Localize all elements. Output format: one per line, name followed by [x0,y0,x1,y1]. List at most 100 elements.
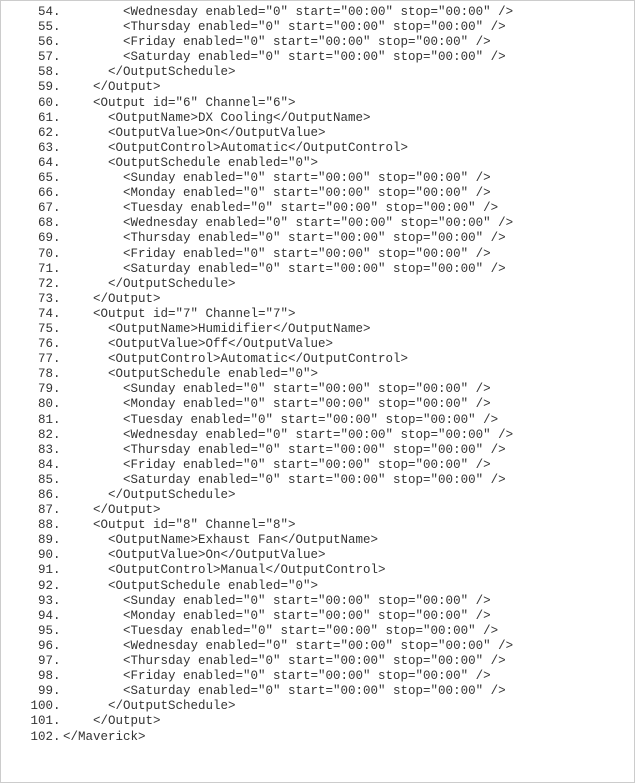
line-number: 61 [9,111,53,126]
line-number: 87 [9,503,53,518]
line-number: 56 [9,35,53,50]
line-number-dot: . [53,533,63,548]
line-number: 58 [9,65,53,80]
line-number-dot: . [53,367,63,382]
line-number: 66 [9,186,53,201]
code-text: <Monday enabled="0" start="00:00" stop="… [63,609,491,624]
line-number: 85 [9,473,53,488]
line-number-dot: . [53,141,63,156]
line-number: 69 [9,231,53,246]
code-text: <OutputControl>Automatic</OutputControl> [63,141,408,156]
code-line: 78. <OutputSchedule enabled="0"> [9,367,626,382]
line-number: 98 [9,669,53,684]
code-text: <OutputSchedule enabled="0"> [63,367,318,382]
code-line: 87. </Output> [9,503,626,518]
code-line: 70. <Friday enabled="0" start="00:00" st… [9,247,626,262]
code-line: 57. <Saturday enabled="0" start="00:00" … [9,50,626,65]
line-number: 64 [9,156,53,171]
line-number: 59 [9,80,53,95]
line-number: 60 [9,96,53,111]
code-text: <Friday enabled="0" start="00:00" stop="… [63,458,491,473]
line-number: 89 [9,533,53,548]
code-text: </OutputSchedule> [63,65,236,80]
code-line: 96. <Wednesday enabled="0" start="00:00"… [9,639,626,654]
code-line: 64. <OutputSchedule enabled="0"> [9,156,626,171]
line-number: 63 [9,141,53,156]
line-number: 80 [9,397,53,412]
line-number: 68 [9,216,53,231]
line-number: 71 [9,262,53,277]
line-number-dot: . [53,714,63,729]
code-listing: 54. <Wednesday enabled="0" start="00:00"… [0,0,635,783]
line-number-dot: . [53,156,63,171]
code-line: 97. <Thursday enabled="0" start="00:00" … [9,654,626,669]
line-number: 67 [9,201,53,216]
line-number: 99 [9,684,53,699]
line-number: 57 [9,50,53,65]
line-number-dot: . [53,563,63,578]
code-line: 95. <Tuesday enabled="0" start="00:00" s… [9,624,626,639]
code-line: 75. <OutputName>Humidifier</OutputName> [9,322,626,337]
line-number-dot: . [53,96,63,111]
code-text: <Output id="7" Channel="7"> [63,307,296,322]
line-number-dot: . [53,624,63,639]
line-number-dot: . [53,684,63,699]
code-line: 81. <Tuesday enabled="0" start="00:00" s… [9,413,626,428]
code-line: 89. <OutputName>Exhaust Fan</OutputName> [9,533,626,548]
code-text: </OutputSchedule> [63,699,236,714]
line-number-dot: . [53,322,63,337]
code-text: <Wednesday enabled="0" start="00:00" sto… [63,639,513,654]
line-number-dot: . [53,50,63,65]
code-text: <Friday enabled="0" start="00:00" stop="… [63,669,491,684]
line-number: 90 [9,548,53,563]
code-text: <Monday enabled="0" start="00:00" stop="… [63,397,491,412]
line-number-dot: . [53,5,63,20]
line-number: 92 [9,579,53,594]
code-text: <OutputValue>Off</OutputValue> [63,337,333,352]
line-number-dot: . [53,20,63,35]
line-number-dot: . [53,277,63,292]
line-number: 93 [9,594,53,609]
line-number-dot: . [53,594,63,609]
code-text: <Saturday enabled="0" start="00:00" stop… [63,50,506,65]
code-line: 77. <OutputControl>Automatic</OutputCont… [9,352,626,367]
code-text: <Saturday enabled="0" start="00:00" stop… [63,684,506,699]
line-number: 54 [9,5,53,20]
code-text: <OutputValue>On</OutputValue> [63,126,326,141]
line-number: 102 [9,730,53,745]
line-number-dot: . [53,413,63,428]
code-text: <OutputControl>Manual</OutputControl> [63,563,386,578]
code-text: <Sunday enabled="0" start="00:00" stop="… [63,171,491,186]
code-text: <Tuesday enabled="0" start="00:00" stop=… [63,413,498,428]
code-line: 84. <Friday enabled="0" start="00:00" st… [9,458,626,473]
line-number: 74 [9,307,53,322]
code-line: 98. <Friday enabled="0" start="00:00" st… [9,669,626,684]
code-text: <OutputValue>On</OutputValue> [63,548,326,563]
code-text: <OutputName>Exhaust Fan</OutputName> [63,533,378,548]
code-text: <Friday enabled="0" start="00:00" stop="… [63,247,491,262]
code-line: 56. <Friday enabled="0" start="00:00" st… [9,35,626,50]
line-number-dot: . [53,186,63,201]
line-number: 79 [9,382,53,397]
code-line: 68. <Wednesday enabled="0" start="00:00"… [9,216,626,231]
code-text: <Thursday enabled="0" start="00:00" stop… [63,231,506,246]
code-line: 60. <Output id="6" Channel="6"> [9,96,626,111]
line-number-dot: . [53,669,63,684]
code-line: 54. <Wednesday enabled="0" start="00:00"… [9,5,626,20]
line-number-dot: . [53,337,63,352]
line-number-dot: . [53,352,63,367]
code-line: 99. <Saturday enabled="0" start="00:00" … [9,684,626,699]
code-text: <Thursday enabled="0" start="00:00" stop… [63,443,506,458]
code-line: 58. </OutputSchedule> [9,65,626,80]
code-line: 69. <Thursday enabled="0" start="00:00" … [9,231,626,246]
code-line: 61. <OutputName>DX Cooling</OutputName> [9,111,626,126]
line-number: 77 [9,352,53,367]
code-text: </Output> [63,292,161,307]
code-text: <Tuesday enabled="0" start="00:00" stop=… [63,624,498,639]
line-number-dot: . [53,201,63,216]
line-number: 76 [9,337,53,352]
code-text: <OutputControl>Automatic</OutputControl> [63,352,408,367]
line-number: 101 [9,714,53,729]
code-text: <Thursday enabled="0" start="00:00" stop… [63,654,506,669]
code-text: <Thursday enabled="0" start="00:00" stop… [63,20,506,35]
